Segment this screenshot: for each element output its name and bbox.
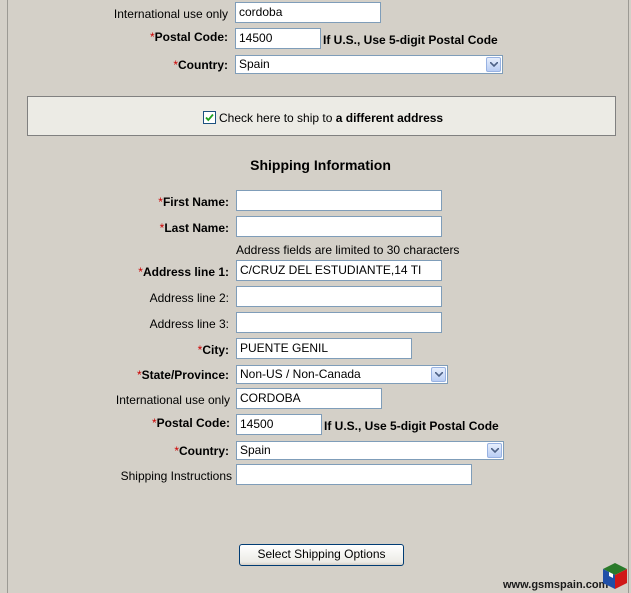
address1-input[interactable]: C/CRUZ DEL ESTUDIANTE,14 TI bbox=[236, 260, 442, 281]
shipping-instructions-input[interactable] bbox=[236, 464, 472, 485]
address3-input[interactable] bbox=[236, 312, 442, 333]
billing-postal-hint: If U.S., Use 5-digit Postal Code bbox=[323, 33, 498, 47]
city-label: *City: bbox=[197, 343, 229, 357]
checkmark-icon bbox=[205, 113, 214, 122]
state-label: *State/Province: bbox=[136, 368, 229, 382]
watermark-text: www.gsmspain.com bbox=[503, 579, 609, 591]
shipping-intl-input[interactable]: CORDOBA bbox=[236, 388, 382, 409]
ship-different-address-label: Check here to ship to a different addres… bbox=[219, 111, 444, 125]
address3-label: Address line 3: bbox=[149, 317, 229, 331]
billing-country-select[interactable]: Spain bbox=[235, 55, 503, 74]
billing-intl-label: International use only bbox=[113, 7, 228, 21]
shipping-intl-label: International use only bbox=[115, 393, 230, 407]
gsmspain-logo-icon bbox=[603, 563, 627, 589]
state-value: Non-US / Non-Canada bbox=[240, 367, 361, 381]
shipping-postal-hint: If U.S., Use 5-digit Postal Code bbox=[324, 419, 499, 433]
shipping-country-select[interactable]: Spain bbox=[236, 441, 504, 460]
last-name-input[interactable] bbox=[236, 216, 442, 237]
billing-postal-label: *Postal Code: bbox=[149, 30, 228, 44]
shipping-heading: Shipping Information bbox=[250, 157, 391, 173]
select-shipping-options-button[interactable]: Select Shipping Options bbox=[239, 544, 404, 566]
address-note: Address fields are limited to 30 charact… bbox=[236, 243, 460, 257]
last-name-label: *Last Name: bbox=[159, 221, 229, 235]
address2-input[interactable] bbox=[236, 286, 442, 307]
shipping-postal-input[interactable]: 14500 bbox=[236, 414, 322, 435]
chevron-down-icon[interactable] bbox=[431, 367, 446, 382]
address2-label: Address line 2: bbox=[149, 291, 229, 305]
shipping-country-label: *Country: bbox=[174, 444, 229, 458]
billing-postal-input[interactable]: 14500 bbox=[235, 28, 321, 49]
billing-country-value: Spain bbox=[239, 57, 270, 71]
billing-country-label: *Country: bbox=[173, 58, 228, 72]
page-left-border bbox=[7, 0, 8, 593]
address1-label: *Address line 1: bbox=[138, 265, 229, 279]
page-right-border bbox=[628, 0, 629, 593]
billing-intl-input[interactable]: cordoba bbox=[235, 2, 381, 23]
city-input[interactable]: PUENTE GENIL bbox=[236, 338, 412, 359]
ship-different-address-box: Check here to ship to a different addres… bbox=[27, 96, 616, 136]
shipping-postal-label: *Postal Code: bbox=[151, 416, 230, 430]
first-name-input[interactable] bbox=[236, 190, 442, 211]
chevron-down-icon[interactable] bbox=[487, 443, 502, 458]
shipping-instructions-label: Shipping Instructions bbox=[120, 469, 232, 483]
shipping-country-value: Spain bbox=[240, 443, 271, 457]
ship-different-address-checkbox[interactable] bbox=[203, 111, 216, 124]
state-select[interactable]: Non-US / Non-Canada bbox=[236, 365, 448, 384]
first-name-label: *First Name: bbox=[158, 195, 229, 209]
chevron-down-icon[interactable] bbox=[486, 57, 501, 72]
